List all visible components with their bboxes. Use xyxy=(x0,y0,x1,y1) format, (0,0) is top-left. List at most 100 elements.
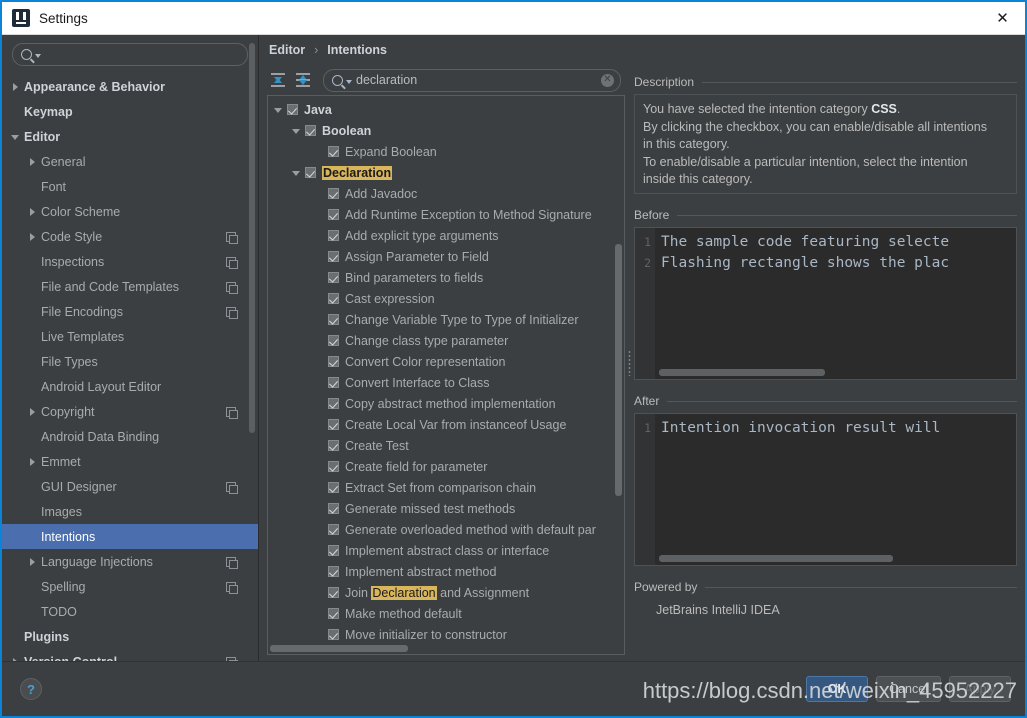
chevron-down-icon[interactable] xyxy=(290,166,303,179)
after-code-box[interactable]: 1 Intention invocation result will xyxy=(634,413,1017,566)
copy-settings-icon[interactable] xyxy=(226,406,238,419)
intention-checkbox[interactable] xyxy=(328,629,339,640)
sidebar-search-input[interactable] xyxy=(45,47,239,62)
apply-button[interactable]: Apply xyxy=(949,676,1011,702)
intention-row[interactable]: Join Declaration and Assignment xyxy=(268,582,624,603)
intention-checkbox[interactable] xyxy=(328,335,339,346)
intention-row[interactable]: Convert Interface to Class xyxy=(268,372,624,393)
sidebar-item-images[interactable]: Images xyxy=(2,499,258,524)
sidebar-item-intentions[interactable]: Intentions xyxy=(2,524,258,549)
sidebar-item-copyright[interactable]: Copyright xyxy=(2,399,258,424)
sidebar-item-font[interactable]: Font xyxy=(2,174,258,199)
copy-settings-icon[interactable] xyxy=(226,281,238,294)
intention-checkbox[interactable] xyxy=(287,104,298,115)
sidebar-item-todo[interactable]: TODO xyxy=(2,599,258,624)
sidebar-item-editor[interactable]: Editor xyxy=(2,124,258,149)
intention-checkbox[interactable] xyxy=(328,587,339,598)
intention-row[interactable]: Change Variable Type to Type of Initiali… xyxy=(268,309,624,330)
intention-checkbox[interactable] xyxy=(328,398,339,409)
sidebar-item-appearance-behavior[interactable]: Appearance & Behavior xyxy=(2,74,258,99)
chevron-right-icon[interactable] xyxy=(27,231,38,242)
copy-settings-icon[interactable] xyxy=(226,481,238,494)
chevron-down-icon[interactable] xyxy=(272,103,285,116)
intention-checkbox[interactable] xyxy=(328,146,339,157)
intention-row[interactable]: Generate missed test methods xyxy=(268,498,624,519)
sidebar-item-emmet[interactable]: Emmet xyxy=(2,449,258,474)
chevron-right-icon[interactable] xyxy=(27,156,38,167)
intention-row[interactable]: Bind parameters to fields xyxy=(268,267,624,288)
intention-row[interactable]: Create Test xyxy=(268,435,624,456)
sidebar-item-version-control[interactable]: Version Control xyxy=(2,649,258,661)
sidebar-item-android-layout-editor[interactable]: Android Layout Editor xyxy=(2,374,258,399)
chevron-right-icon[interactable] xyxy=(27,406,38,417)
copy-settings-icon[interactable] xyxy=(226,306,238,319)
intention-row[interactable]: Java xyxy=(268,99,624,120)
intention-row[interactable]: Implement abstract class or interface xyxy=(268,540,624,561)
intentions-tree[interactable]: Java Boolean Expand Boolean Declaration Add … xyxy=(267,95,625,655)
chevron-right-icon[interactable] xyxy=(27,456,38,467)
intention-checkbox[interactable] xyxy=(328,608,339,619)
intention-row[interactable]: Generate overloaded method with default … xyxy=(268,519,624,540)
copy-settings-icon[interactable] xyxy=(226,556,238,569)
clear-icon[interactable]: ✕ xyxy=(601,73,614,87)
intention-row[interactable]: Copy abstract method implementation xyxy=(268,393,624,414)
intention-checkbox[interactable] xyxy=(328,251,339,262)
chevron-right-icon[interactable] xyxy=(27,556,38,567)
intention-row[interactable]: Declaration xyxy=(268,162,624,183)
cancel-button[interactable]: Cancel xyxy=(876,676,941,702)
intention-checkbox[interactable] xyxy=(328,503,339,514)
intention-checkbox[interactable] xyxy=(328,461,339,472)
intention-row[interactable]: Create field for parameter xyxy=(268,456,624,477)
before-horizontal-scrollbar[interactable] xyxy=(659,369,825,376)
intention-checkbox[interactable] xyxy=(328,377,339,388)
intention-checkbox[interactable] xyxy=(328,440,339,451)
intention-row[interactable]: Create Local Var from instanceof Usage xyxy=(268,414,624,435)
tree-vertical-scrollbar[interactable] xyxy=(615,244,622,496)
chevron-down-icon[interactable] xyxy=(10,131,21,142)
chevron-down-icon[interactable] xyxy=(346,79,352,84)
sidebar-item-live-templates[interactable]: Live Templates xyxy=(2,324,258,349)
sidebar-item-spelling[interactable]: Spelling xyxy=(2,574,258,599)
intention-row[interactable]: Implement abstract method xyxy=(268,561,624,582)
intention-row[interactable]: Add Javadoc xyxy=(268,183,624,204)
breadcrumb-parent[interactable]: Editor xyxy=(269,43,305,57)
intention-row[interactable]: Expand Boolean xyxy=(268,141,624,162)
sidebar-item-file-and-code-templates[interactable]: File and Code Templates xyxy=(2,274,258,299)
sidebar-item-language-injections[interactable]: Language Injections xyxy=(2,549,258,574)
copy-settings-icon[interactable] xyxy=(226,231,238,244)
intention-row[interactable]: Cast expression xyxy=(268,288,624,309)
after-horizontal-scrollbar[interactable] xyxy=(659,555,893,562)
intention-checkbox[interactable] xyxy=(305,167,316,178)
intention-checkbox[interactable] xyxy=(328,230,339,241)
expand-all-button[interactable] xyxy=(267,69,289,91)
sidebar-item-code-style[interactable]: Code Style xyxy=(2,224,258,249)
intention-row[interactable]: Move initializer to constructor xyxy=(268,624,624,645)
sidebar-search-box[interactable] xyxy=(12,43,248,66)
sidebar-tree[interactable]: Appearance & Behavior Keymap Editor General… xyxy=(2,72,258,661)
intention-checkbox[interactable] xyxy=(328,272,339,283)
intention-checkbox[interactable] xyxy=(328,545,339,556)
panel-splitter[interactable] xyxy=(625,65,634,661)
sidebar-item-color-scheme[interactable]: Color Scheme xyxy=(2,199,258,224)
ok-button[interactable]: OK xyxy=(806,676,869,702)
intention-row[interactable]: Boolean xyxy=(268,120,624,141)
sidebar-item-inspections[interactable]: Inspections xyxy=(2,249,258,274)
help-button[interactable]: ? xyxy=(20,678,42,700)
sidebar-scrollbar[interactable] xyxy=(249,43,255,433)
chevron-right-icon[interactable] xyxy=(27,206,38,217)
chevron-right-icon[interactable] xyxy=(10,81,21,92)
tree-horizontal-scrollbar[interactable] xyxy=(270,645,408,652)
intention-checkbox[interactable] xyxy=(328,209,339,220)
intention-row[interactable]: Make method default xyxy=(268,603,624,624)
before-code-box[interactable]: 1 The sample code featuring selecte 2 Flash… xyxy=(634,227,1017,380)
intention-checkbox[interactable] xyxy=(328,566,339,577)
chevron-down-icon[interactable] xyxy=(290,124,303,137)
sidebar-item-file-types[interactable]: File Types xyxy=(2,349,258,374)
intention-checkbox[interactable] xyxy=(328,188,339,199)
sidebar-item-keymap[interactable]: Keymap xyxy=(2,99,258,124)
filter-search-box[interactable]: ✕ xyxy=(323,68,621,92)
intention-checkbox[interactable] xyxy=(328,314,339,325)
intention-row[interactable]: Extract Set from comparison chain xyxy=(268,477,624,498)
collapse-all-button[interactable] xyxy=(292,69,314,91)
intention-row[interactable]: Add explicit type arguments xyxy=(268,225,624,246)
